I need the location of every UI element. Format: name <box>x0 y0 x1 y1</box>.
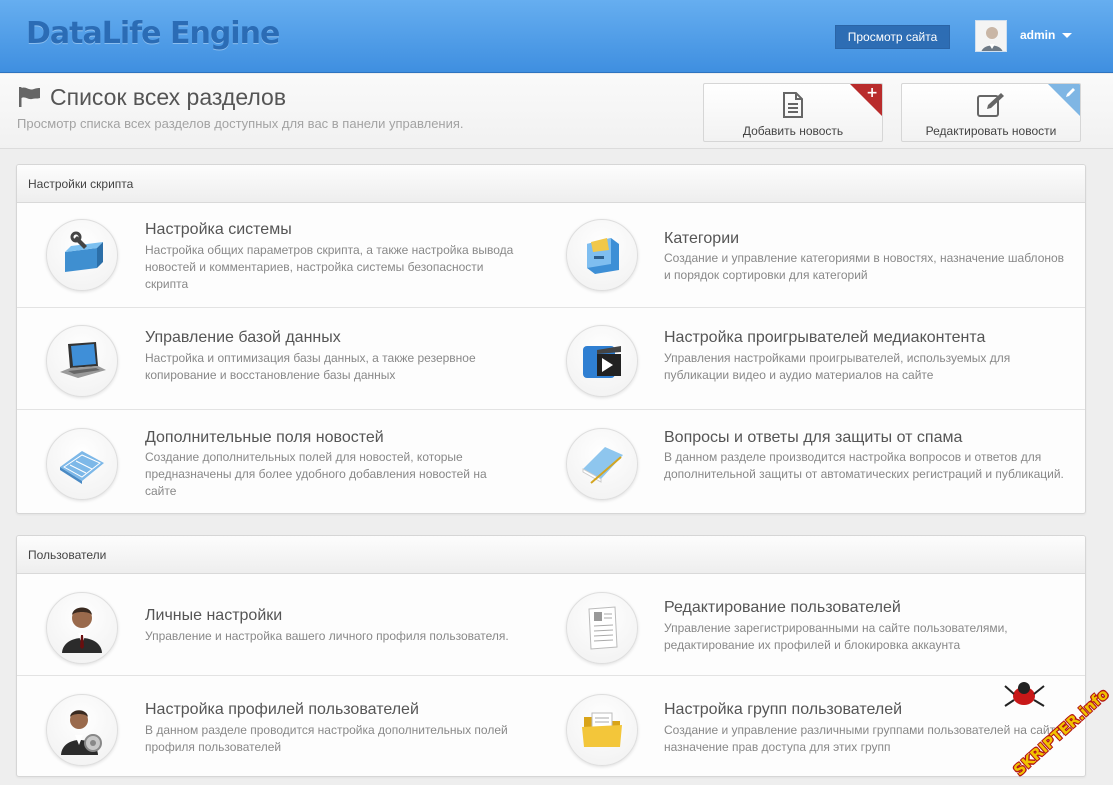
plus-icon: + <box>866 85 878 101</box>
item-title[interactable]: Вопросы и ответы для защиты от спама <box>664 429 962 447</box>
item-description: Управление зарегистрированными на сайте … <box>664 621 1008 652</box>
document-icon <box>783 92 803 118</box>
item-title[interactable]: Настройка профилей пользователей <box>145 701 419 719</box>
item-description: В данном разделе проводится настройка до… <box>145 723 508 754</box>
item-title[interactable]: Настройка проигрывателей медиаконтента <box>664 329 985 347</box>
add-news-label: Добавить новость <box>742 124 844 138</box>
folder-icon <box>566 694 638 766</box>
item-title[interactable]: Настройка системы <box>145 221 292 239</box>
menu-item-anti-spam[interactable]: Вопросы и ответы для защиты от спама В д… <box>536 410 1085 513</box>
chevron-down-icon[interactable] <box>1062 33 1072 38</box>
item-description: Настройка и оптимизация базы данных, а т… <box>145 351 476 382</box>
watermark: SKRIPTER.info <box>996 668 1112 780</box>
blueprint-icon <box>46 428 118 500</box>
file-cabinet-icon <box>566 219 638 291</box>
item-title[interactable]: Настройка групп пользователей <box>664 701 902 719</box>
item-title[interactable]: Личные настройки <box>145 607 282 625</box>
item-description: Создание дополнительных полей для новост… <box>145 450 487 498</box>
avatar[interactable] <box>975 20 1007 52</box>
page-subtitle: Просмотр списка всех разделов доступных … <box>17 116 464 131</box>
item-description: Управление и настройка вашего личного пр… <box>145 629 509 643</box>
pencil-icon <box>1066 88 1075 97</box>
view-site-button[interactable]: Просмотр сайта <box>835 25 950 49</box>
item-title[interactable]: Редактирование пользователей <box>664 599 901 617</box>
add-news-button[interactable]: + Добавить новость <box>703 83 883 142</box>
document-list-icon <box>566 592 638 664</box>
menu-item-edit-users[interactable]: Редактирование пользователей Управление … <box>536 574 1085 676</box>
item-description: Настройка общих параметров скрипта, а та… <box>145 243 514 291</box>
edit-news-button[interactable]: Редактировать новости <box>901 83 1081 142</box>
user-avatar-icon <box>976 21 1006 51</box>
panel-script-settings: Настройки скрипта Настройка системы Наст… <box>16 164 1086 514</box>
top-navbar: DataLife Engine Просмотр сайта admin <box>0 0 1113 73</box>
item-title[interactable]: Управление базой данных <box>145 329 341 347</box>
user-settings-icon <box>46 694 118 766</box>
flag-icon <box>19 87 40 107</box>
panel-title: Пользователи <box>17 536 1085 574</box>
laptop-icon <box>46 325 118 397</box>
edit-icon <box>977 93 1004 117</box>
item-description: Управления настройками проигрывателей, и… <box>664 351 1011 382</box>
menu-item-extra-fields[interactable]: Дополнительные поля новостей Создание до… <box>17 410 536 513</box>
panel-title: Настройки скрипта <box>17 165 1085 203</box>
edit-news-label: Редактировать новости <box>925 124 1057 138</box>
menu-item-system-settings[interactable]: Настройка системы Настройка общих параме… <box>17 203 536 308</box>
item-description: В данном разделе производится настройка … <box>664 450 1064 481</box>
item-description: Создание и управление категориями в ново… <box>664 251 1065 282</box>
brand-logo[interactable]: DataLife Engine <box>26 16 280 51</box>
user-menu-name[interactable]: admin <box>1020 28 1055 42</box>
page-title: Список всех разделов <box>50 84 287 110</box>
media-clapper-icon <box>566 325 638 397</box>
toolbox-icon <box>46 219 118 291</box>
menu-item-database[interactable]: Управление базой данных Настройка и опти… <box>17 308 536 410</box>
item-title[interactable]: Категории <box>664 230 739 248</box>
menu-item-personal-settings[interactable]: Личные настройки Управление и настройка … <box>17 574 536 676</box>
notepad-icon <box>566 428 638 500</box>
menu-item-categories[interactable]: Категории Создание и управление категори… <box>536 203 1085 308</box>
menu-item-media-players[interactable]: Настройка проигрывателей медиаконтента У… <box>536 308 1085 410</box>
page-header: Список всех разделов Просмотр списка все… <box>0 74 1113 149</box>
panel-users: Пользователи Личные настройки Управление… <box>16 535 1086 777</box>
user-icon <box>46 592 118 664</box>
menu-item-user-profiles[interactable]: Настройка профилей пользователей В данно… <box>17 676 536 776</box>
spider-logo-icon <box>1004 682 1045 707</box>
item-title[interactable]: Дополнительные поля новостей <box>145 429 384 447</box>
